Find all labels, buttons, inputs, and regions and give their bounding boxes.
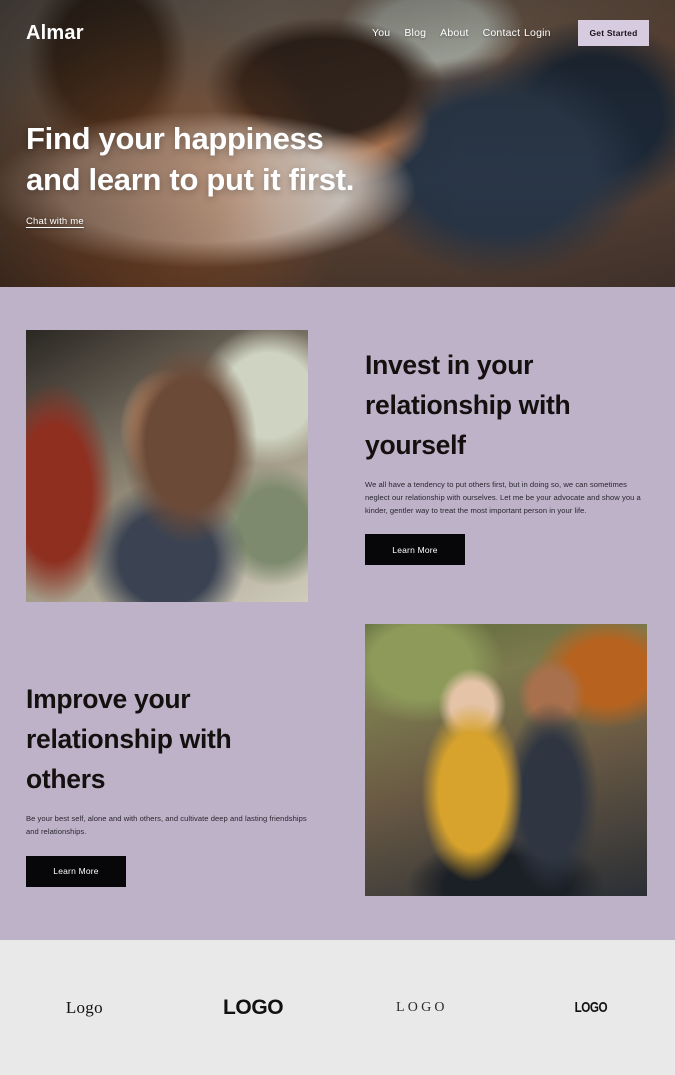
learn-more-button-others[interactable]: Learn More	[26, 855, 126, 887]
feature-block-others: Improve your relationship with others Be…	[26, 679, 311, 887]
feature-title-others: Improve your relationship with others	[26, 684, 232, 794]
partner-logo-bar: Logo LOGO LOGO LOGO	[0, 940, 675, 1075]
nav-item-about[interactable]: About	[440, 27, 468, 39]
main-section: Invest in your relationship with yoursel…	[0, 287, 675, 940]
hero-title: Find your happiness and learn to put it …	[26, 121, 355, 197]
feature-image-self-photo	[26, 330, 308, 602]
nav-item-contact[interactable]: Contact	[483, 27, 521, 39]
partner-logo-2-label: LOGO	[223, 995, 284, 1019]
nav-item-you[interactable]: You	[372, 27, 390, 39]
footer-section: Logo LOGO LOGO LOGO	[0, 940, 675, 1075]
feature-block-self: Invest in your relationship with yoursel…	[365, 345, 650, 566]
nav-item-login[interactable]: Login	[524, 27, 551, 39]
partner-logo-2: LOGO	[169, 996, 338, 1020]
partner-logo-4: LOGO	[506, 999, 675, 1016]
top-navigation: Almar You Blog About Contact Login Get S…	[0, 0, 675, 58]
feature-body-self: We all have a tendency to put others fir…	[365, 480, 641, 515]
hero-section: Almar You Blog About Contact Login Get S…	[0, 0, 675, 287]
nav-links: You Blog About Contact	[372, 27, 520, 39]
landing-page: Almar You Blog About Contact Login Get S…	[0, 0, 675, 1075]
brand-logo[interactable]: Almar	[26, 22, 84, 45]
nav-item-blog[interactable]: Blog	[404, 27, 426, 39]
chat-with-me-link[interactable]: Chat with me	[26, 216, 84, 227]
partner-logo-3-label: LOGO	[396, 999, 448, 1015]
feature-image-self	[26, 330, 308, 602]
get-started-button[interactable]: Get Started	[578, 20, 649, 46]
partner-logo-3: LOGO	[338, 1000, 507, 1016]
hero-copy: Find your happiness and learn to put it …	[26, 118, 546, 229]
feature-title-self: Invest in your relationship with yoursel…	[365, 350, 571, 460]
feature-body-others: Be your best self, alone and with others…	[26, 814, 307, 836]
partner-logo-4-label: LOGO	[574, 999, 607, 1016]
feature-image-others-photo	[365, 624, 647, 896]
partner-logo-1-label: Logo	[65, 997, 103, 1017]
partner-logo-1: Logo	[0, 998, 169, 1018]
feature-image-others	[365, 624, 647, 896]
learn-more-button-self[interactable]: Learn More	[365, 534, 465, 566]
